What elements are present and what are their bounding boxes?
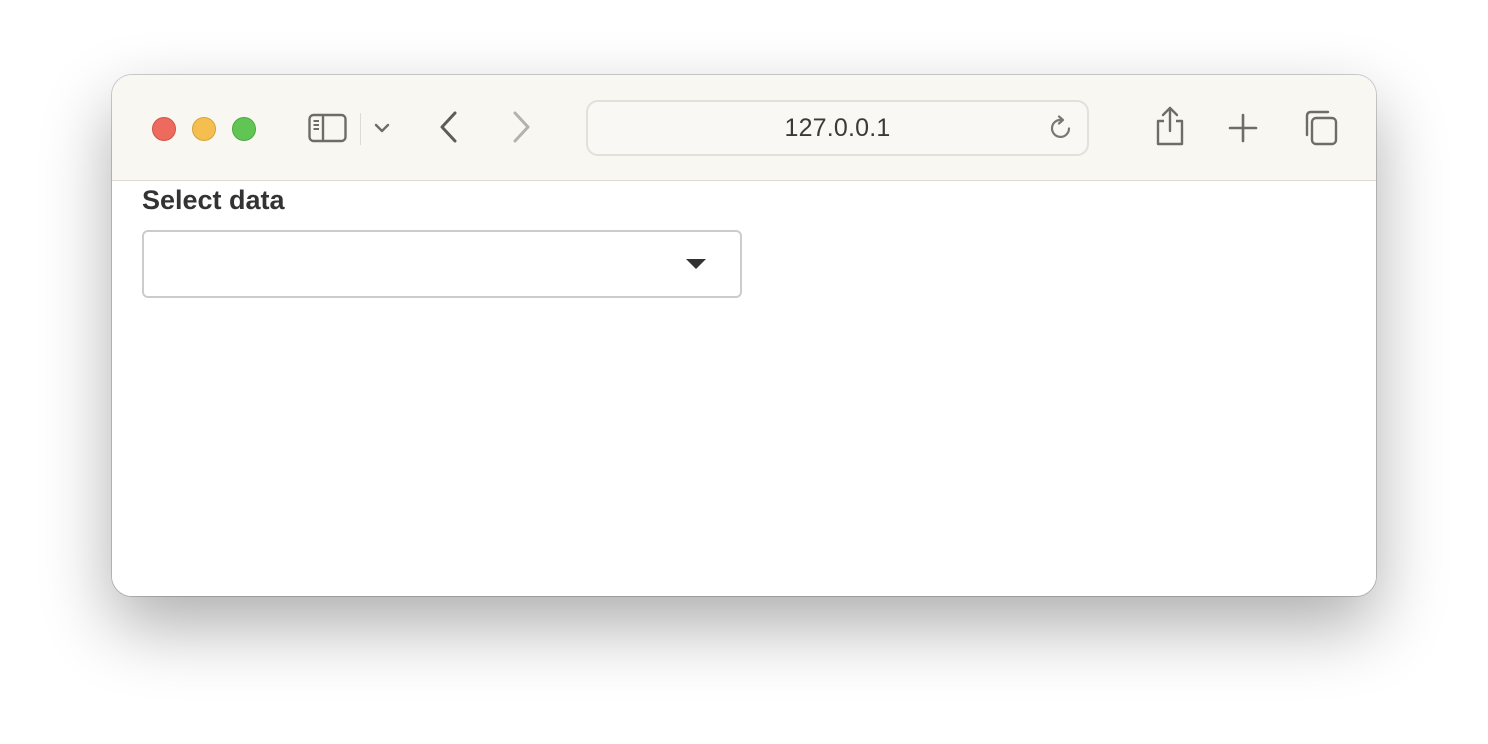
minimize-button[interactable]	[192, 117, 216, 141]
plus-icon[interactable]	[1226, 111, 1260, 145]
chevron-right-icon[interactable]	[506, 109, 536, 145]
page-content: Select data	[112, 181, 1376, 596]
sidebar-icon[interactable]	[308, 112, 348, 144]
tabs-icon[interactable]	[1300, 109, 1338, 147]
caret-down-icon[interactable]	[684, 257, 708, 271]
zoom-button[interactable]	[232, 117, 256, 141]
address-bar[interactable]: 127.0.0.1	[586, 100, 1089, 156]
chevron-down-icon[interactable]	[372, 118, 392, 138]
select-data-label: Select data	[142, 185, 285, 215]
address-text[interactable]: 127.0.0.1	[588, 102, 1087, 154]
browser-window: 127.0.0.1 Select data	[112, 75, 1376, 596]
browser-toolbar: 127.0.0.1	[112, 75, 1376, 181]
toolbar-divider	[360, 113, 361, 145]
chevron-left-icon[interactable]	[434, 109, 464, 145]
share-icon[interactable]	[1152, 105, 1188, 147]
close-button[interactable]	[152, 117, 176, 141]
data-select-dropdown[interactable]	[142, 230, 742, 298]
reload-icon[interactable]	[1047, 114, 1075, 142]
